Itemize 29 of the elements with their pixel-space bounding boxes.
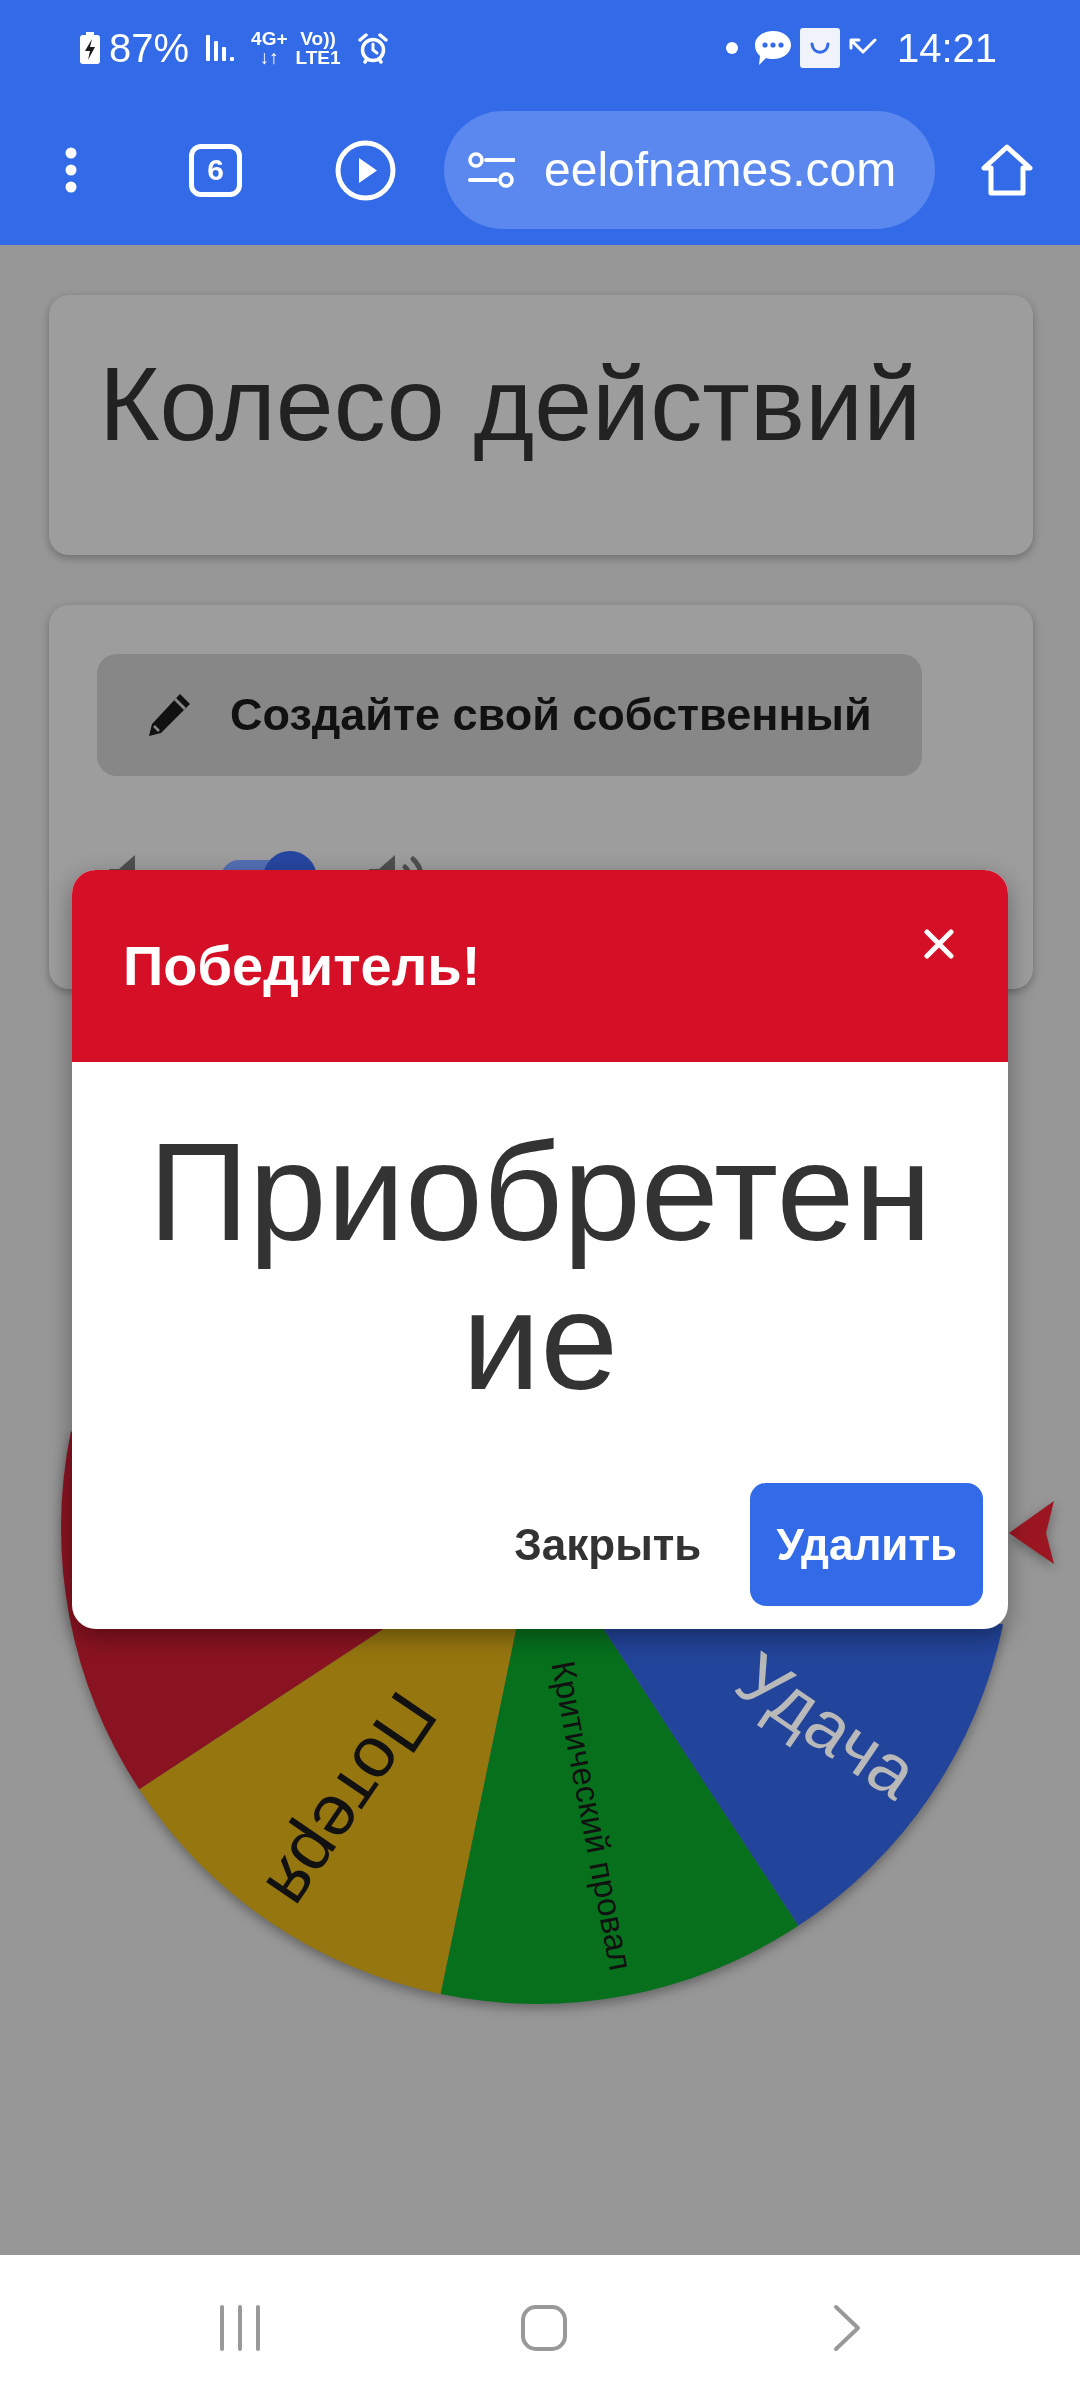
- close-icon: [924, 929, 954, 959]
- play-icon[interactable]: [335, 139, 396, 201]
- volte-label: Vo)): [299, 28, 337, 48]
- home-button-icon[interactable]: [520, 2303, 568, 2352]
- address-bar[interactable]: eelofnames.com: [444, 111, 935, 229]
- home-icon[interactable]: [981, 143, 1033, 197]
- dot-icon: [725, 41, 738, 54]
- tab-count-button[interactable]: 6: [189, 143, 242, 197]
- create-button[interactable]: Создайте свой собственный: [97, 653, 922, 776]
- site-settings-icon[interactable]: [468, 152, 515, 188]
- back-icon[interactable]: [832, 2303, 862, 2352]
- delete-button[interactable]: Удалить: [750, 1483, 983, 1606]
- signal-icon: [205, 32, 236, 63]
- recent-apps-icon[interactable]: [218, 2303, 262, 2352]
- battery-charging-icon: [79, 31, 101, 64]
- network-type-label: 4G+: [251, 28, 288, 48]
- page-title: Колесо действий: [99, 345, 923, 464]
- winner-name: Приобретение: [147, 1117, 933, 1415]
- dialog-title: Победитель!: [123, 933, 481, 1000]
- chat-bubble-icon: [753, 29, 792, 66]
- clock-time: 14:21: [896, 27, 997, 68]
- battery-percentage: 87%: [109, 27, 190, 68]
- data-arrows-label: ↓↑: [258, 47, 280, 67]
- close-button[interactable]: [924, 929, 954, 959]
- bag-icon: [799, 27, 840, 68]
- url-text: eelofnames.com: [544, 146, 897, 194]
- pointer-icon: [1009, 1500, 1054, 1564]
- alarm-icon: [356, 31, 389, 64]
- close-text-button[interactable]: Закрыть: [489, 1483, 727, 1606]
